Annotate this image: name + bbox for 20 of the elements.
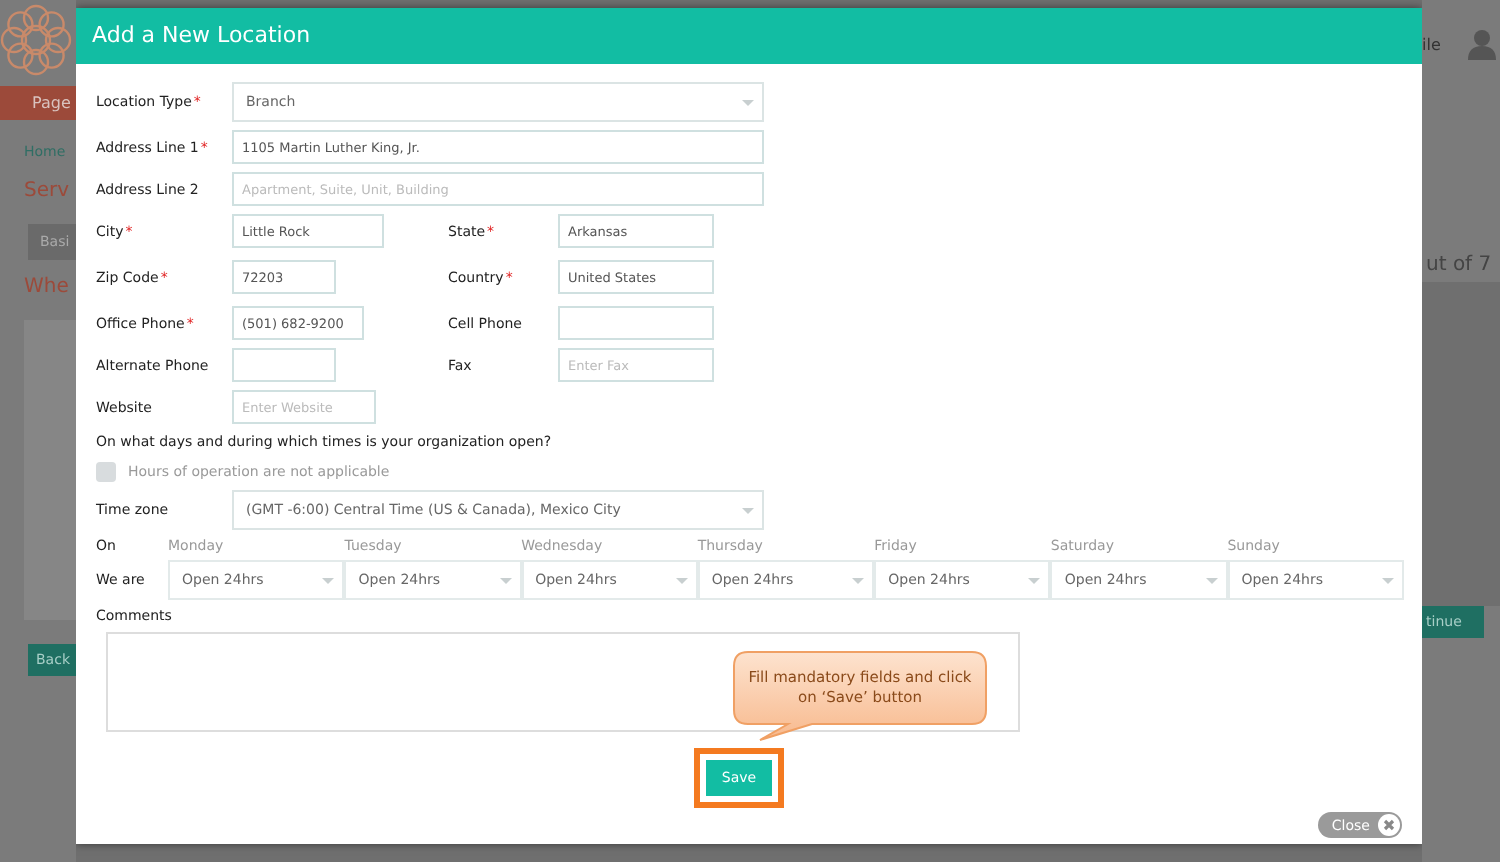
user-icon bbox=[1468, 28, 1496, 60]
caret-icon bbox=[1381, 577, 1394, 583]
heading-text: Whe bbox=[22, 274, 71, 302]
caret-icon bbox=[675, 577, 688, 583]
logo-icon bbox=[0, 0, 72, 80]
caret-icon bbox=[1205, 577, 1218, 583]
checkbox[interactable] bbox=[96, 462, 116, 482]
caret-icon bbox=[1028, 577, 1041, 583]
caret-icon bbox=[852, 577, 865, 583]
input-field[interactable] bbox=[558, 306, 714, 340]
close-icon bbox=[1378, 814, 1400, 836]
caret-icon bbox=[499, 577, 512, 583]
caret-icon bbox=[322, 577, 335, 583]
dialog-title: Add a New Location bbox=[76, 8, 1422, 64]
input-field[interactable] bbox=[232, 348, 336, 382]
caret-icon bbox=[742, 507, 754, 513]
page-button[interactable]: Page bbox=[0, 86, 76, 120]
caret-icon bbox=[742, 99, 754, 105]
profile-text: ile bbox=[1422, 35, 1441, 53]
heading-text: Serv bbox=[22, 178, 72, 206]
